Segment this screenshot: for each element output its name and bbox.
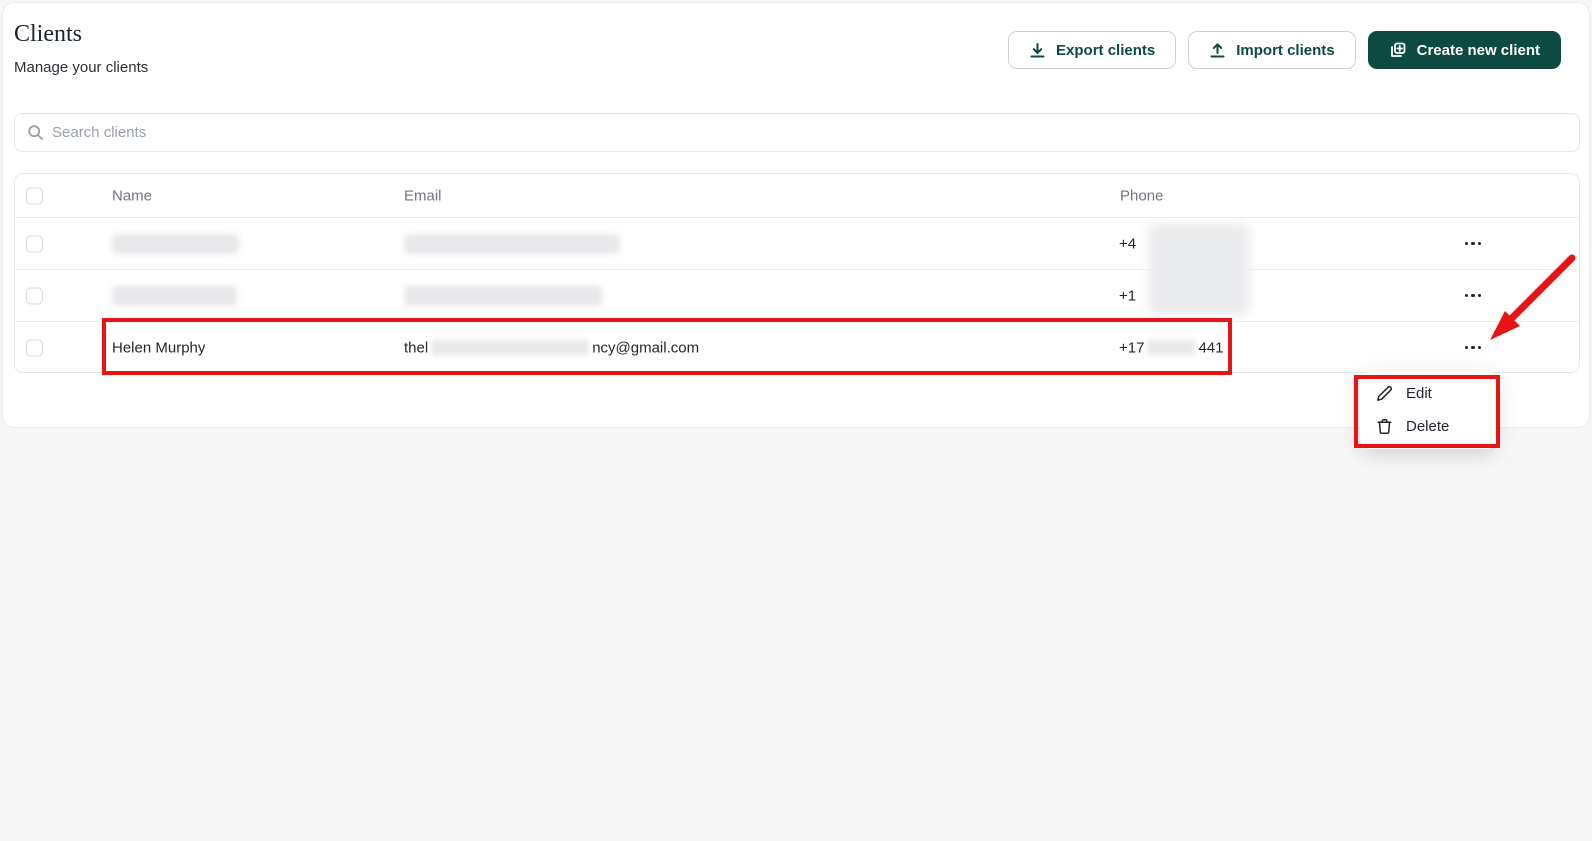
redacted-email-part [431, 339, 590, 356]
table-row-helen-murphy: Helen Murphy thel ncy@gmail.com +17 441 [15, 322, 1579, 373]
row-checkbox[interactable] [26, 339, 43, 356]
ellipsis-icon [1464, 293, 1469, 298]
create-new-client-button[interactable]: Create new client [1367, 31, 1561, 69]
row-actions-button[interactable] [1462, 234, 1484, 254]
search-icon [27, 124, 44, 141]
export-clients-label: Export clients [1056, 41, 1156, 59]
phone-suffix: 441 [1198, 339, 1224, 356]
redacted-name [112, 233, 239, 254]
redacted-email [404, 233, 620, 254]
phone-prefix: +1 [1119, 287, 1137, 304]
menu-item-edit[interactable]: Edit [1360, 377, 1497, 410]
column-header-email: Email [404, 187, 442, 204]
column-header-name: Name [112, 187, 153, 204]
client-phone: +1 [1119, 287, 1136, 304]
redacted-phone-block [1149, 224, 1249, 314]
search-bar [14, 113, 1580, 152]
row-checkbox[interactable] [26, 235, 43, 252]
client-phone: +4 [1119, 235, 1136, 252]
menu-item-delete[interactable]: Delete [1360, 410, 1497, 443]
toolbar: Export clients Import clients Create new… [1008, 31, 1561, 69]
search-input[interactable] [52, 124, 1567, 141]
table-header-row: Name Email Phone [15, 174, 1579, 218]
import-clients-label: Import clients [1236, 41, 1335, 59]
download-icon [1029, 42, 1046, 59]
upload-icon [1209, 42, 1226, 59]
email-prefix: thel [404, 339, 429, 356]
import-clients-button[interactable]: Import clients [1188, 31, 1356, 69]
row-actions-button[interactable] [1462, 286, 1484, 306]
page-title: Clients [14, 21, 83, 47]
trash-icon [1376, 418, 1393, 435]
column-header-phone: Phone [1120, 187, 1164, 204]
pencil-icon [1376, 385, 1393, 402]
menu-item-delete-label: Delete [1406, 418, 1450, 435]
clients-table: Name Email Phone +4 +1 Helen Murphy thel… [14, 173, 1580, 375]
clients-card: Clients Manage your clients Export clien… [2, 2, 1590, 428]
row-actions-button[interactable] [1462, 338, 1484, 358]
table-row: +1 [15, 270, 1579, 322]
client-email: thel ncy@gmail.com [404, 339, 699, 356]
redacted-phone-part [1147, 339, 1196, 356]
phone-prefix: +17 [1119, 339, 1145, 356]
email-suffix: ncy@gmail.com [592, 339, 700, 356]
row-checkbox[interactable] [26, 287, 43, 304]
add-client-icon [1389, 41, 1407, 59]
redacted-email [404, 285, 602, 306]
context-menu: Edit Delete [1360, 371, 1497, 449]
ellipsis-icon [1464, 241, 1469, 246]
redacted-name [112, 285, 237, 306]
client-name: Helen Murphy [112, 339, 206, 356]
select-all-checkbox[interactable] [26, 187, 43, 204]
page-subtitle: Manage your clients [14, 59, 149, 76]
client-phone: +17 441 [1119, 339, 1223, 356]
export-clients-button[interactable]: Export clients [1008, 31, 1177, 69]
phone-prefix: +4 [1119, 235, 1137, 252]
menu-item-edit-label: Edit [1406, 385, 1432, 402]
create-new-client-label: Create new client [1416, 41, 1540, 59]
table-row: +4 [15, 218, 1579, 270]
ellipsis-icon [1464, 345, 1469, 350]
